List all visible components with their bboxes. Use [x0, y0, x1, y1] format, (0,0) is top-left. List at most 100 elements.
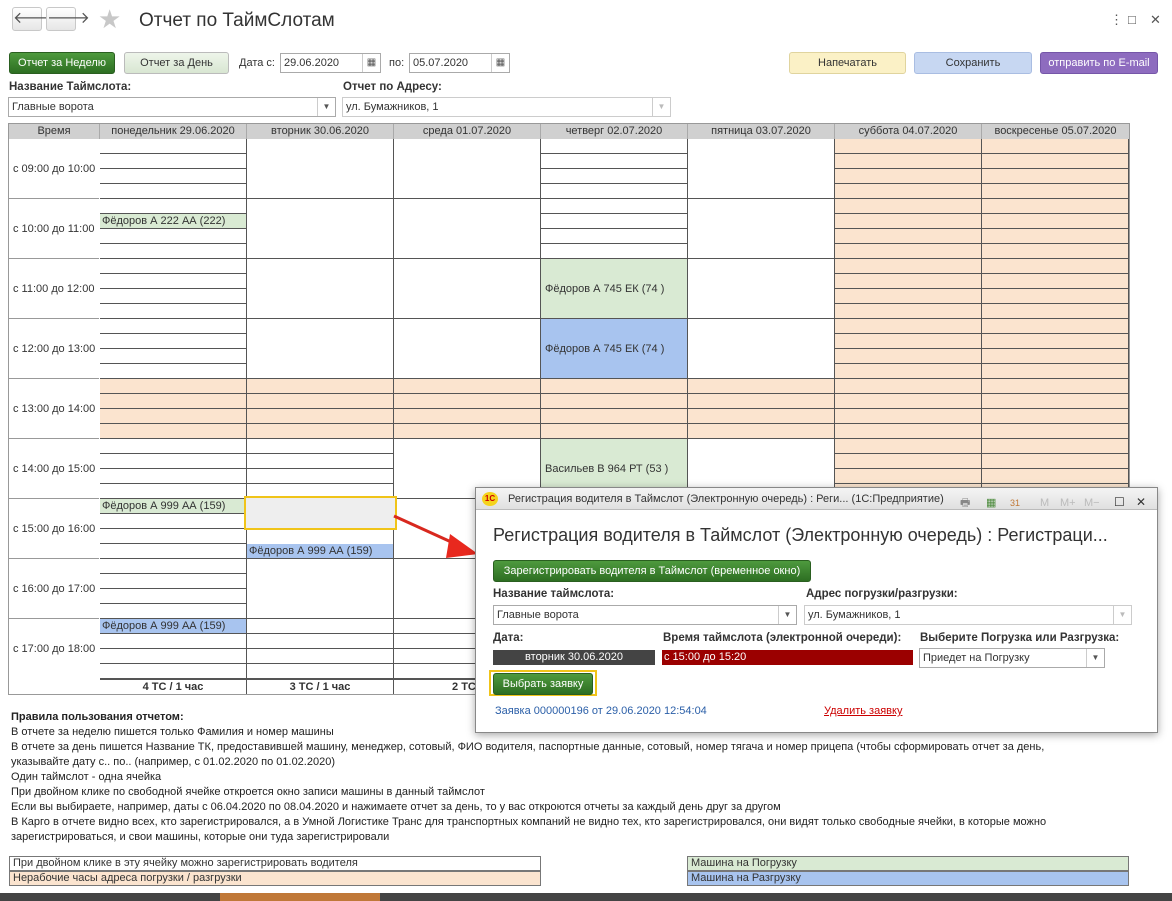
slot-cell[interactable]: [100, 349, 247, 364]
slot-cell[interactable]: [100, 274, 247, 289]
slot-name-select[interactable]: Главные ворота ▼: [8, 97, 336, 117]
forward-button[interactable]: 🡒: [46, 7, 90, 31]
slot-cell[interactable]: [247, 259, 394, 319]
chevron-down-icon[interactable]: ▼: [317, 98, 335, 116]
slot-cell[interactable]: [541, 379, 688, 394]
memory-plus-icon[interactable]: M+: [1060, 492, 1076, 514]
slot-cell[interactable]: [982, 259, 1129, 274]
slot-cell[interactable]: [982, 379, 1129, 394]
slot-cell[interactable]: [247, 379, 394, 394]
slot-cell[interactable]: [688, 319, 835, 379]
slot-cell[interactable]: [100, 289, 247, 304]
calculator-icon[interactable]: ▦: [986, 492, 996, 514]
slot-cell[interactable]: [100, 649, 247, 664]
slot-entry[interactable]: Фёдоров А 222 АА (222): [100, 214, 247, 229]
slot-cell[interactable]: [835, 154, 982, 169]
slot-cell[interactable]: [100, 184, 247, 199]
slot-cell[interactable]: [982, 364, 1129, 379]
slot-cell[interactable]: [247, 619, 394, 634]
save-button[interactable]: Сохранить: [914, 52, 1032, 74]
selected-slot-cell[interactable]: [244, 496, 397, 530]
slot-cell[interactable]: [100, 424, 247, 439]
chevron-down-icon[interactable]: ▼: [652, 98, 670, 116]
calendar-icon[interactable]: ▦: [362, 54, 380, 72]
slot-cell[interactable]: [100, 454, 247, 469]
slot-cell[interactable]: [100, 409, 247, 424]
slot-cell[interactable]: [688, 379, 835, 394]
slot-cell[interactable]: [982, 454, 1129, 469]
day-report-button[interactable]: Отчет за День: [124, 52, 229, 74]
slot-cell[interactable]: [247, 139, 394, 199]
slot-cell[interactable]: [688, 409, 835, 424]
slot-cell[interactable]: [688, 259, 835, 319]
slot-cell[interactable]: [835, 184, 982, 199]
slot-cell[interactable]: [541, 424, 688, 439]
close-icon[interactable]: ✕: [1150, 12, 1161, 28]
slot-cell[interactable]: [100, 169, 247, 184]
calendar-icon[interactable]: 31: [1010, 492, 1020, 514]
slot-cell[interactable]: [835, 304, 982, 319]
maximize-icon[interactable]: ☐: [1114, 491, 1125, 513]
slot-cell[interactable]: [100, 589, 247, 604]
slot-cell[interactable]: [247, 424, 394, 439]
slot-cell[interactable]: [100, 439, 247, 454]
slot-cell[interactable]: [100, 379, 247, 394]
slot-cell[interactable]: [100, 229, 247, 244]
slot-cell[interactable]: [100, 364, 247, 379]
chevron-down-icon[interactable]: ▼: [1113, 606, 1131, 624]
slot-cell[interactable]: [100, 514, 247, 529]
slot-cell[interactable]: [394, 394, 541, 409]
slot-cell[interactable]: [100, 634, 247, 649]
slot-cell[interactable]: [982, 139, 1129, 154]
order-link[interactable]: Заявка 000000196 от 29.06.2020 12:54:04: [495, 705, 707, 717]
slot-cell[interactable]: [247, 199, 394, 259]
slot-cell[interactable]: [835, 319, 982, 334]
slot-cell[interactable]: [247, 319, 394, 379]
slot-cell[interactable]: [688, 199, 835, 259]
address-select[interactable]: ул. Бумажников, 1 ▼: [342, 97, 671, 117]
slot-cell[interactable]: [247, 469, 394, 484]
slot-cell[interactable]: [541, 139, 688, 154]
slot-cell[interactable]: [100, 469, 247, 484]
slot-cell[interactable]: [394, 139, 541, 199]
slot-cell[interactable]: [835, 364, 982, 379]
memory-icon[interactable]: M: [1040, 492, 1049, 514]
slot-cell[interactable]: [835, 409, 982, 424]
slot-cell[interactable]: [982, 229, 1129, 244]
slot-cell[interactable]: [835, 199, 982, 214]
slot-cell[interactable]: [982, 319, 1129, 334]
slot-cell[interactable]: [835, 244, 982, 259]
slot-cell[interactable]: [835, 139, 982, 154]
slot-cell[interactable]: [982, 289, 1129, 304]
slot-cell[interactable]: [982, 394, 1129, 409]
slot-cell[interactable]: [100, 139, 247, 154]
slot-cell[interactable]: [541, 409, 688, 424]
slot-cell[interactable]: [100, 574, 247, 589]
slot-entry[interactable]: Фёдоров А 745 ЕК (74 ): [541, 319, 688, 379]
slot-cell[interactable]: [688, 424, 835, 439]
slot-cell[interactable]: [247, 454, 394, 469]
maximize-icon[interactable]: □: [1128, 12, 1136, 27]
slot-cell[interactable]: [541, 394, 688, 409]
week-report-button[interactable]: Отчет за Неделю: [9, 52, 115, 74]
slot-cell[interactable]: [541, 214, 688, 229]
slot-cell[interactable]: [835, 379, 982, 394]
calendar-icon[interactable]: ▦: [491, 54, 509, 72]
slot-cell[interactable]: [835, 349, 982, 364]
slot-cell[interactable]: [982, 409, 1129, 424]
dialog-address-select[interactable]: ул. Бумажников, 1 ▼: [804, 605, 1132, 625]
dialog-slot-select[interactable]: Главные ворота ▼: [493, 605, 797, 625]
slot-entry[interactable]: Фёдоров А 999 АА (159): [100, 499, 247, 514]
slot-cell[interactable]: [394, 409, 541, 424]
slot-cell[interactable]: [100, 559, 247, 574]
slot-cell[interactable]: [541, 154, 688, 169]
back-button[interactable]: 🡐: [12, 7, 56, 31]
slot-cell[interactable]: [394, 259, 541, 319]
slot-cell[interactable]: [100, 334, 247, 349]
slot-cell[interactable]: [982, 349, 1129, 364]
slot-cell[interactable]: [982, 469, 1129, 484]
close-icon[interactable]: ✕: [1136, 491, 1146, 513]
slot-cell[interactable]: [247, 634, 394, 649]
print-button[interactable]: Напечатать: [789, 52, 906, 74]
slot-cell[interactable]: [835, 289, 982, 304]
